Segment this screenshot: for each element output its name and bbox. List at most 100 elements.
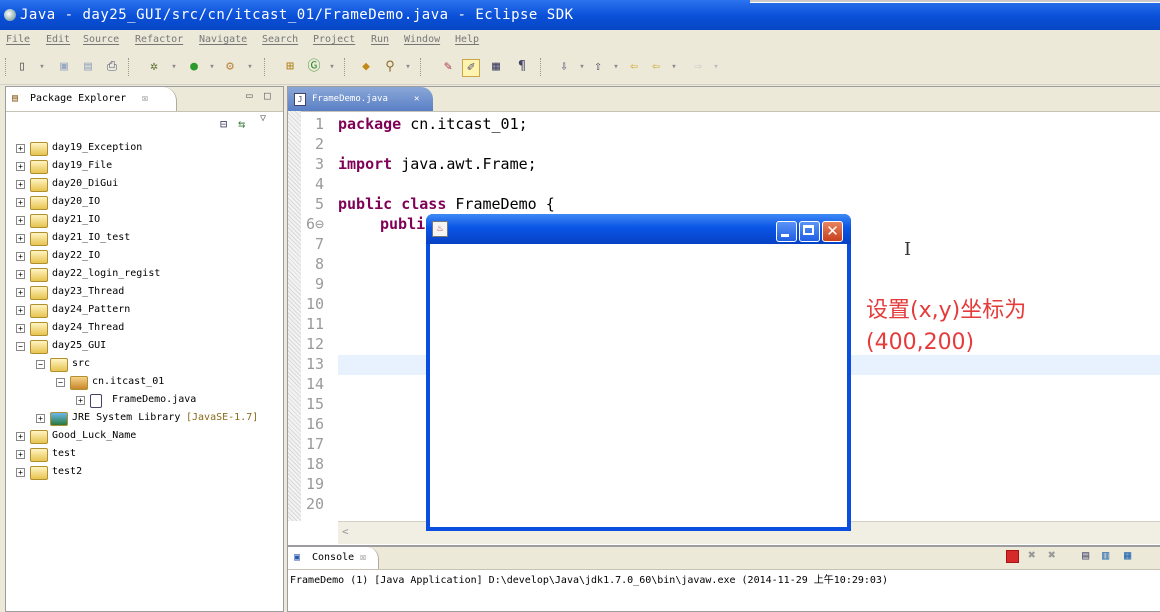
expand-icon[interactable]: + — [16, 468, 25, 477]
show-whitespace-icon[interactable]: ¶ — [514, 59, 530, 75]
tree-item[interactable]: + day20_DiGui — [6, 175, 283, 193]
tree-item[interactable]: + day21_IO — [6, 211, 283, 229]
frame-title-bar[interactable]: ♨ ✕ — [426, 214, 851, 244]
tree-item[interactable]: + test — [6, 445, 283, 463]
menu-search[interactable]: Search — [262, 30, 298, 50]
last-edit-location-icon[interactable]: ⇦ — [626, 59, 642, 75]
code-line-1[interactable]: package cn.itcast_01; — [338, 115, 528, 133]
minimize-button[interactable] — [776, 221, 797, 242]
tree-item[interactable]: − day25_GUI — [6, 337, 283, 355]
save-all-icon[interactable]: ▤ — [80, 59, 96, 75]
expand-icon[interactable]: + — [16, 216, 25, 225]
menu-edit[interactable]: Edit — [46, 30, 70, 50]
expand-icon[interactable]: + — [16, 324, 25, 333]
close-icon[interactable]: ✕ — [414, 87, 419, 111]
tree-item[interactable]: + day23_Thread — [6, 283, 283, 301]
save-icon[interactable]: ▣ — [56, 59, 72, 75]
display-console-icon[interactable]: ▦ — [1124, 548, 1131, 562]
expand-icon[interactable]: + — [16, 450, 25, 459]
expand-icon[interactable]: + — [36, 414, 45, 423]
expand-icon[interactable]: + — [16, 288, 25, 297]
expand-icon[interactable]: + — [16, 198, 25, 207]
link-with-editor-icon[interactable]: ⇆ — [238, 117, 245, 131]
tree-item[interactable]: + day19_File — [6, 157, 283, 175]
external-tools-dropdown-icon[interactable]: ▾ — [242, 59, 258, 75]
menu-help[interactable]: Help — [455, 30, 479, 50]
forward-dropdown-icon[interactable]: ▾ — [708, 59, 724, 75]
tree-item[interactable]: + day24_Pattern — [6, 301, 283, 319]
expand-icon[interactable]: + — [16, 432, 25, 441]
code-line-5[interactable]: public class FrameDemo { — [338, 195, 555, 213]
tree-item[interactable]: + day22_login_regist — [6, 265, 283, 283]
new-file-icon[interactable]: ▯ — [14, 59, 30, 75]
expand-icon[interactable]: + — [16, 306, 25, 315]
menu-project[interactable]: Project — [313, 30, 355, 50]
java-frame-window[interactable]: ♨ ✕ — [426, 214, 851, 531]
tree-item[interactable]: + Good_Luck_Name — [6, 427, 283, 445]
back-dropdown-icon[interactable]: ▾ — [666, 59, 682, 75]
toggle-highlight-icon[interactable]: ✐ — [462, 59, 480, 77]
expand-icon[interactable]: + — [16, 180, 25, 189]
collapse-all-icon[interactable]: ⊟ — [220, 117, 227, 131]
new-dropdown-icon[interactable]: ▾ — [34, 59, 50, 75]
close-icon[interactable]: ☒ — [142, 87, 148, 111]
remove-all-terminated-icon[interactable]: ✖ — [1048, 548, 1056, 563]
close-icon[interactable]: ☒ — [360, 547, 366, 569]
block-selection-icon[interactable]: ▦ — [488, 59, 504, 75]
tree-item[interactable]: − src — [6, 355, 283, 373]
collapse-icon[interactable]: − — [36, 360, 45, 369]
new-class-dropdown-icon[interactable]: ▾ — [324, 59, 340, 75]
print-icon[interactable]: ⎙ — [104, 59, 120, 75]
search-dropdown-icon[interactable]: ▾ — [400, 59, 416, 75]
tree-item[interactable]: + FrameDemo.java — [6, 391, 283, 409]
scroll-lock-icon[interactable]: ▤ — [1082, 548, 1089, 562]
tree-item[interactable]: + JRE System Library [JavaSE-1.7] — [6, 409, 283, 427]
run-dropdown-icon[interactable]: ▾ — [204, 59, 220, 75]
tab-framedemo-java[interactable]: J FrameDemo.java ✕ — [288, 87, 433, 111]
tab-console[interactable]: ▣ Console ☒ — [288, 547, 379, 569]
maximize-icon[interactable]: □ — [264, 89, 271, 102]
tree-item[interactable]: + day22_IO — [6, 247, 283, 265]
line-number[interactable]: 6⊖ — [302, 215, 324, 233]
expand-icon[interactable]: + — [16, 144, 25, 153]
tab-package-explorer[interactable]: ▤ Package Explorer ☒ — [6, 87, 177, 111]
tree-item[interactable]: + day19_Exception — [6, 139, 283, 157]
expand-icon[interactable]: + — [16, 162, 25, 171]
minimize-icon[interactable]: ▭ — [246, 89, 253, 102]
menu-refactor[interactable]: Refactor — [135, 30, 183, 50]
debug-dropdown-icon[interactable]: ▾ — [166, 59, 182, 75]
menu-run[interactable]: Run — [371, 30, 389, 50]
previous-annotation-icon[interactable]: ⇧ — [590, 59, 606, 75]
debug-icon[interactable]: ✲ — [146, 59, 162, 75]
run-icon[interactable]: ● — [186, 59, 202, 75]
search-icon[interactable]: ⚲ — [382, 59, 398, 75]
collapse-icon[interactable]: − — [16, 342, 25, 351]
expand-icon[interactable]: + — [16, 252, 25, 261]
tree-item[interactable]: + day20_IO — [6, 193, 283, 211]
close-button[interactable]: ✕ — [822, 221, 843, 242]
external-tools-icon[interactable]: ⚙ — [222, 59, 238, 75]
menu-navigate[interactable]: Navigate — [199, 30, 247, 50]
terminate-icon[interactable] — [1006, 550, 1019, 563]
code-line-6[interactable]: publi — [380, 215, 425, 233]
previous-annotation-dropdown-icon[interactable]: ▾ — [608, 59, 624, 75]
maximize-button[interactable] — [799, 221, 820, 242]
new-java-package-icon[interactable]: ⊞ — [282, 59, 298, 75]
toggle-mark-occurrences-icon[interactable]: ✎ — [440, 59, 456, 75]
window-title-bar[interactable]: Java - day25_GUI/src/cn/itcast_01/FrameD… — [0, 0, 1160, 30]
menu-source[interactable]: Source — [83, 30, 119, 50]
collapse-icon[interactable]: − — [56, 378, 65, 387]
tree-item[interactable]: + day21_IO_test — [6, 229, 283, 247]
tree-item[interactable]: + day24_Thread — [6, 319, 283, 337]
pin-console-icon[interactable]: ▥ — [1102, 548, 1109, 562]
menu-window[interactable]: Window — [404, 30, 440, 50]
next-annotation-dropdown-icon[interactable]: ▾ — [574, 59, 590, 75]
expand-icon[interactable]: + — [16, 234, 25, 243]
view-menu-icon[interactable]: ▽ — [260, 113, 266, 124]
open-type-icon[interactable]: ◆ — [358, 59, 374, 75]
expand-icon[interactable]: + — [76, 396, 85, 405]
tree-item[interactable]: − cn.itcast_01 — [6, 373, 283, 391]
menu-file[interactable]: File — [6, 30, 30, 50]
code-line-3[interactable]: import java.awt.Frame; — [338, 155, 537, 173]
back-icon[interactable]: ⇦ — [648, 59, 664, 75]
